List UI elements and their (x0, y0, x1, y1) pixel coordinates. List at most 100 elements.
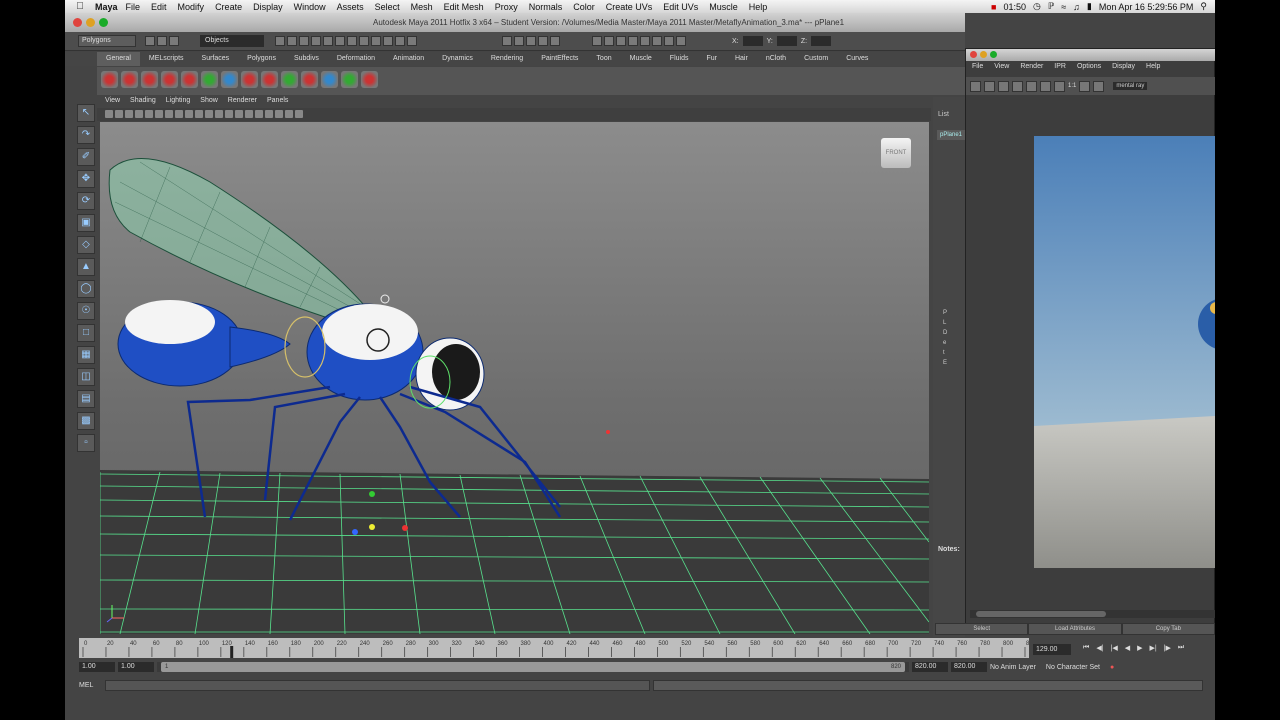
renderer-dropdown[interactable]: mental ray (1113, 82, 1148, 90)
menu-set-dropdown[interactable]: Polygons (78, 35, 136, 47)
minimize-button[interactable] (86, 18, 95, 27)
play-backwards-icon[interactable]: ◀ (1125, 644, 1130, 652)
character-set-dropdown[interactable]: No Character Set (1046, 664, 1100, 671)
menu-edit[interactable]: Edit (151, 2, 167, 12)
open-scene-icon[interactable] (157, 36, 167, 46)
bookmarks-icon[interactable] (125, 110, 133, 118)
rgb-channels-icon[interactable] (1040, 80, 1051, 92)
camera-attributes-icon[interactable] (115, 110, 123, 118)
object-mode-icon[interactable] (287, 36, 297, 46)
ep-curve-icon[interactable] (281, 71, 298, 88)
time-slider[interactable]: 0 20 40 60 80 100 120 140 160 180 200 220 240 260 280 3… (79, 638, 1029, 658)
menu-file[interactable]: File (126, 2, 141, 12)
safe-title-icon[interactable] (205, 110, 213, 118)
new-scene-icon[interactable] (145, 36, 155, 46)
create-spotlight-icon[interactable] (261, 71, 278, 88)
create-nurbs-sphere-icon[interactable] (141, 71, 158, 88)
render-scrollbar[interactable] (970, 610, 1215, 618)
command-input[interactable] (105, 679, 650, 691)
auto-key-icon[interactable]: ● (1110, 664, 1114, 671)
timemachine-icon[interactable]: ◷ (1033, 1, 1041, 12)
menu-assets[interactable]: Assets (337, 2, 364, 12)
wireframe-icon[interactable] (215, 110, 223, 118)
show-hypershade-icon[interactable] (640, 36, 650, 46)
wifi-icon[interactable]: ≈ (1061, 2, 1066, 12)
ipr-render-icon[interactable] (616, 36, 626, 46)
group-icon[interactable] (321, 71, 338, 88)
menu-display[interactable]: Display (253, 2, 283, 12)
history-icon[interactable] (592, 36, 602, 46)
menu-color[interactable]: Color (573, 2, 595, 12)
y-field[interactable] (776, 36, 797, 46)
playback-start-field[interactable]: 1.00 (118, 662, 154, 672)
shelf-tab-subdivs[interactable]: Subdivs (285, 52, 328, 66)
snap-point-icon[interactable] (526, 36, 536, 46)
lock-selection-icon[interactable] (407, 36, 417, 46)
panel-menu-show[interactable]: Show (200, 97, 218, 107)
create-light-icon[interactable] (241, 71, 258, 88)
anim-layer-dropdown[interactable]: No Anim Layer (990, 664, 1036, 671)
panel-menu-shading[interactable]: Shading (130, 97, 156, 107)
menu-modify[interactable]: Modify (178, 2, 205, 12)
apple-icon[interactable]:  (71, 1, 89, 12)
render-menu-file[interactable]: File (972, 63, 983, 75)
mask-misc-icon[interactable] (395, 36, 405, 46)
range-knob[interactable]: 1 820 (161, 662, 905, 672)
channel-row[interactable]: E (943, 360, 947, 366)
go-to-start-icon[interactable]: ⏮ (1083, 644, 1089, 652)
render-menu-ipr[interactable]: IPR (1054, 63, 1066, 75)
toggle-tool-settings-icon[interactable] (664, 36, 674, 46)
field-chart-icon[interactable] (185, 110, 193, 118)
menu-create-uvs[interactable]: Create UVs (606, 2, 653, 12)
view-cube[interactable]: FRONT (881, 138, 911, 168)
record-icon[interactable]: ■ (991, 2, 996, 12)
mask-joints-icon[interactable] (323, 36, 333, 46)
end-time-field[interactable]: 820.00 (951, 662, 987, 672)
shelf-tab-melscripts[interactable]: MELscripts (140, 52, 193, 66)
range-bar[interactable]: 1 820 (157, 662, 909, 672)
mask-curves-icon[interactable] (335, 36, 345, 46)
create-poly-cube-icon[interactable] (181, 71, 198, 88)
shelf-tab-fluids[interactable]: Fluids (661, 52, 698, 66)
load-attributes-button[interactable]: Load Attributes (1028, 623, 1122, 635)
mask-surfaces-icon[interactable] (347, 36, 357, 46)
panel-menu-view[interactable]: View (105, 97, 120, 107)
use-all-lights-icon[interactable] (255, 110, 263, 118)
shelf-tab-hair[interactable]: Hair (726, 52, 757, 66)
volume-icon[interactable]: ♫ (1073, 2, 1080, 12)
channel-row[interactable]: P (943, 310, 947, 316)
render-region-icon[interactable] (984, 80, 995, 92)
menu-muscle[interactable]: Muscle (709, 2, 738, 12)
shelf-tab-custom[interactable]: Custom (795, 52, 837, 66)
render-scrollbar-thumb[interactable] (976, 611, 1106, 617)
redo-render-icon[interactable] (970, 80, 981, 92)
date-time[interactable]: Mon Apr 16 5:29:56 PM (1099, 2, 1194, 12)
render-close-button[interactable] (970, 51, 977, 58)
z-field[interactable] (811, 36, 832, 46)
ipr-icon[interactable] (1012, 80, 1023, 92)
paint-select-icon[interactable]: ✐ (77, 148, 95, 166)
close-button[interactable] (73, 18, 82, 27)
play-forwards-icon[interactable]: ▶ (1137, 644, 1142, 652)
soft-mod-icon[interactable]: ▲ (77, 258, 95, 276)
playback-end-field[interactable]: 820.00 (912, 662, 948, 672)
menu-window[interactable]: Window (294, 2, 326, 12)
rotate-tool-icon[interactable]: ⟳ (77, 192, 95, 210)
shelf-tab-muscle[interactable]: Muscle (621, 52, 661, 66)
safe-action-icon[interactable] (195, 110, 203, 118)
menu-help[interactable]: Help (749, 2, 768, 12)
shelf-tab-fur[interactable]: Fur (697, 52, 726, 66)
last-tool-icon[interactable]: ☉ (77, 302, 95, 320)
wireframe-on-shaded-icon[interactable] (235, 110, 243, 118)
remove-image-icon[interactable] (1093, 80, 1105, 92)
render-menu-view[interactable]: View (994, 63, 1009, 75)
parent-icon[interactable] (341, 71, 358, 88)
real-size-button[interactable]: 1:1 (1068, 83, 1076, 89)
manipulator-tool-icon[interactable]: ◇ (77, 236, 95, 254)
move-tool-icon[interactable]: ✥ (77, 170, 95, 188)
resolution-gate-icon[interactable] (165, 110, 173, 118)
shelf-tab-painteffects[interactable]: PaintEffects (532, 52, 587, 66)
copy-tab-button[interactable]: Copy Tab (1121, 623, 1215, 635)
step-back-key-icon[interactable]: ◀| (1096, 644, 1103, 652)
channel-row[interactable]: L (943, 320, 947, 326)
